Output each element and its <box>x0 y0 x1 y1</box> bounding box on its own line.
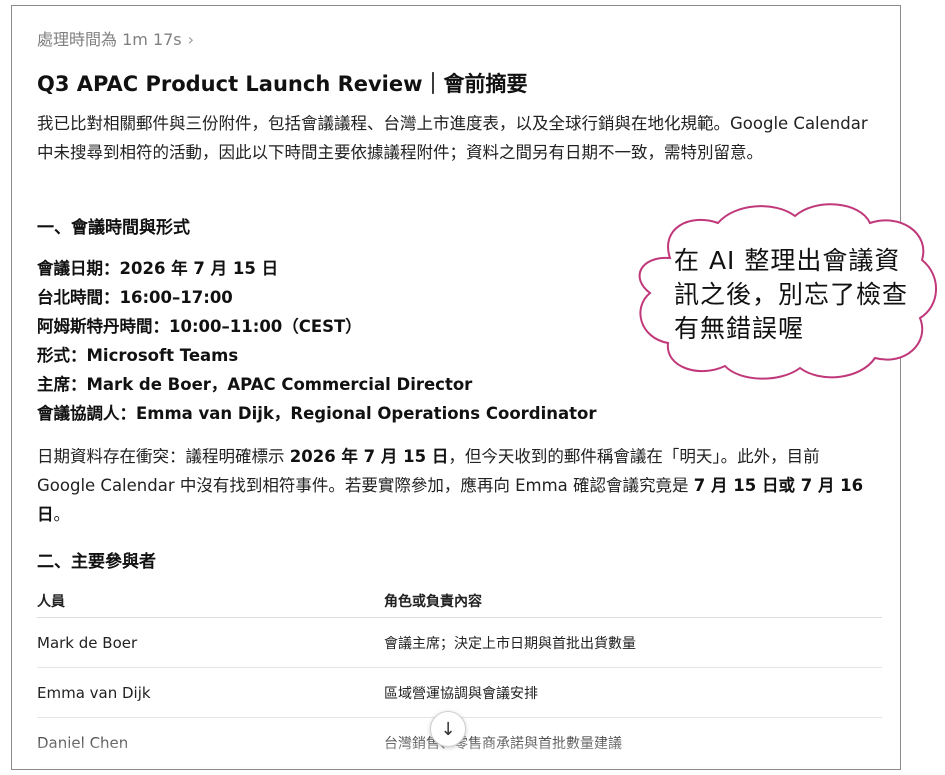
detail-amsterdam-time: 阿姆斯特丹時間：10:00–11:00（CEST） <box>37 317 362 336</box>
column-header-person: 人員 <box>37 593 65 610</box>
conflict-text-1: 日期資料存在衝突：議程明確標示 <box>37 447 290 466</box>
table-header: 人員 角色或負責內容 <box>37 584 882 618</box>
arrow-down-icon: ↓ <box>440 718 456 740</box>
table-cell-role: 區域營運協調與會議安排 <box>384 685 538 702</box>
conflict-text-3: 。 <box>53 505 71 524</box>
table-row: Emma van Dijk 區域營運協調與會議安排 <box>37 668 882 718</box>
section-heading-participants: 二、主要參與者 <box>37 552 156 572</box>
table-row: Mark de Boer 會議主席；決定上市日期與首批出貨數量 <box>37 618 882 668</box>
chat-response-panel: 處理時間為 1m 17s › Q3 APAC Product Launch Rev… <box>11 5 901 770</box>
detail-taipei-time: 台北時間：16:00–17:00 <box>37 288 233 307</box>
detail-date: 會議日期：2026 年 7 月 15 日 <box>37 259 279 278</box>
processing-time-label: 處理時間為 1m 17s <box>37 30 182 49</box>
processing-time-toggle[interactable]: 處理時間為 1m 17s › <box>37 26 194 50</box>
detail-coordinator: 會議協調人：Emma van Dijk，Regional Operations … <box>37 404 597 423</box>
section-heading-meeting-time: 一、會議時間與形式 <box>37 218 190 238</box>
detail-chair: 主席：Mark de Boer，APAC Commercial Director <box>37 375 473 394</box>
scroll-to-bottom-button[interactable]: ↓ <box>430 711 466 747</box>
column-header-role: 角色或負責內容 <box>384 593 482 610</box>
meeting-details: 會議日期：2026 年 7 月 15 日 台北時間：16:00–17:00 阿姆… <box>37 254 597 428</box>
intro-paragraph: 我已比對相關郵件與三份附件，包括會議議程、台灣上市進度表，以及全球行銷與在地化規… <box>37 114 868 162</box>
table-cell-role: 會議主席；決定上市日期與首批出貨數量 <box>384 635 636 652</box>
table-cell-person: Mark de Boer <box>37 633 138 652</box>
response-title: Q3 APAC Product Launch Review｜會前摘要 <box>37 72 528 96</box>
detail-format: 形式：Microsoft Teams <box>37 346 239 365</box>
conflict-date-bold: 2026 年 7 月 15 日 <box>289 447 449 466</box>
callout-text: 在 AI 整理出會議資訊之後，別忘了檢查有無錯誤喔 <box>674 246 909 343</box>
chevron-right-icon: › <box>187 30 195 49</box>
table-cell-person: Daniel Chen <box>37 733 129 752</box>
table-cell-person: Emma van Dijk <box>37 683 151 702</box>
date-conflict-paragraph: 日期資料存在衝突：議程明確標示 2026 年 7 月 15 日，但今天收到的郵件… <box>37 442 882 529</box>
